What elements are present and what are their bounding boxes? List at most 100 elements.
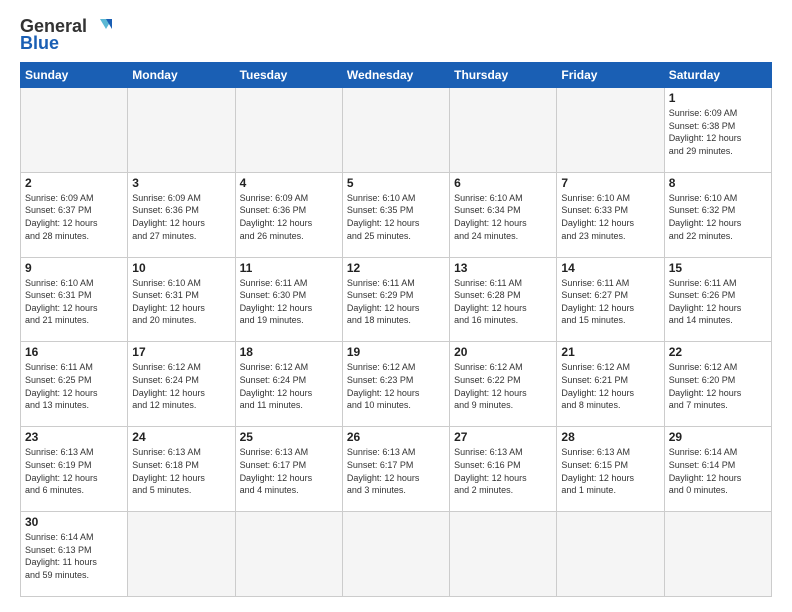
day-info: Sunrise: 6:10 AM Sunset: 6:35 PM Dayligh… <box>347 192 445 242</box>
day-number: 17 <box>132 345 230 359</box>
calendar-cell <box>128 88 235 173</box>
day-number: 1 <box>669 91 767 105</box>
weekday-header: Thursday <box>450 63 557 88</box>
day-info: Sunrise: 6:13 AM Sunset: 6:19 PM Dayligh… <box>25 446 123 496</box>
day-number: 9 <box>25 261 123 275</box>
day-info: Sunrise: 6:12 AM Sunset: 6:24 PM Dayligh… <box>240 361 338 411</box>
day-info: Sunrise: 6:13 AM Sunset: 6:17 PM Dayligh… <box>347 446 445 496</box>
day-info: Sunrise: 6:11 AM Sunset: 6:26 PM Dayligh… <box>669 277 767 327</box>
day-info: Sunrise: 6:14 AM Sunset: 6:13 PM Dayligh… <box>25 531 123 581</box>
weekday-header: Saturday <box>664 63 771 88</box>
weekday-header: Monday <box>128 63 235 88</box>
day-number: 11 <box>240 261 338 275</box>
calendar-cell: 1 Sunrise: 6:09 AM Sunset: 6:38 PM Daylig… <box>664 88 771 173</box>
day-number: 3 <box>132 176 230 190</box>
calendar-cell: 12 Sunrise: 6:11 AM Sunset: 6:29 PM Dayli… <box>342 257 449 342</box>
calendar-cell <box>557 512 664 597</box>
calendar-cell: 17Sunrise: 6:12 AM Sunset: 6:24 PM Dayli… <box>128 342 235 427</box>
calendar-cell: 5Sunrise: 6:10 AM Sunset: 6:35 PM Daylig… <box>342 172 449 257</box>
calendar-cell: 7Sunrise: 6:10 AM Sunset: 6:33 PM Daylig… <box>557 172 664 257</box>
day-info: Sunrise: 6:11 AM Sunset: 6:25 PM Dayligh… <box>25 361 123 411</box>
calendar-cell: 26 Sunrise: 6:13 AM Sunset: 6:17 PM Dayli… <box>342 427 449 512</box>
day-info: Sunrise: 6:13 AM Sunset: 6:17 PM Dayligh… <box>240 446 338 496</box>
day-info: Sunrise: 6:13 AM Sunset: 6:16 PM Dayligh… <box>454 446 552 496</box>
calendar-row: 30 Sunrise: 6:14 AM Sunset: 6:13 PM Dayli… <box>21 512 772 597</box>
calendar-row: 1 Sunrise: 6:09 AM Sunset: 6:38 PM Daylig… <box>21 88 772 173</box>
day-info: Sunrise: 6:12 AM Sunset: 6:22 PM Dayligh… <box>454 361 552 411</box>
logo: General Blue <box>20 15 112 54</box>
logo-blue: Blue <box>20 33 59 54</box>
weekday-header-row: SundayMondayTuesdayWednesdayThursdayFrid… <box>21 63 772 88</box>
day-number: 25 <box>240 430 338 444</box>
day-info: Sunrise: 6:09 AM Sunset: 6:36 PM Dayligh… <box>240 192 338 242</box>
day-number: 28 <box>561 430 659 444</box>
calendar-cell <box>342 88 449 173</box>
day-number: 30 <box>25 515 123 529</box>
calendar-cell <box>450 512 557 597</box>
day-info: Sunrise: 6:13 AM Sunset: 6:18 PM Dayligh… <box>132 446 230 496</box>
calendar-cell: 8 Sunrise: 6:10 AM Sunset: 6:32 PM Daylig… <box>664 172 771 257</box>
calendar-cell <box>557 88 664 173</box>
calendar-cell: 6Sunrise: 6:10 AM Sunset: 6:34 PM Daylig… <box>450 172 557 257</box>
day-number: 26 <box>347 430 445 444</box>
day-number: 18 <box>240 345 338 359</box>
calendar-cell: 22 Sunrise: 6:12 AM Sunset: 6:20 PM Dayli… <box>664 342 771 427</box>
calendar-cell <box>235 88 342 173</box>
weekday-header: Wednesday <box>342 63 449 88</box>
calendar-cell <box>342 512 449 597</box>
calendar-cell <box>21 88 128 173</box>
logo-bird-icon <box>90 15 112 37</box>
calendar-cell: 9 Sunrise: 6:10 AM Sunset: 6:31 PM Daylig… <box>21 257 128 342</box>
weekday-header: Sunday <box>21 63 128 88</box>
calendar-cell: 30 Sunrise: 6:14 AM Sunset: 6:13 PM Dayli… <box>21 512 128 597</box>
day-info: Sunrise: 6:10 AM Sunset: 6:31 PM Dayligh… <box>25 277 123 327</box>
day-info: Sunrise: 6:10 AM Sunset: 6:32 PM Dayligh… <box>669 192 767 242</box>
day-info: Sunrise: 6:13 AM Sunset: 6:15 PM Dayligh… <box>561 446 659 496</box>
day-number: 23 <box>25 430 123 444</box>
day-number: 2 <box>25 176 123 190</box>
day-number: 14 <box>561 261 659 275</box>
day-number: 16 <box>25 345 123 359</box>
day-number: 21 <box>561 345 659 359</box>
calendar-cell: 21Sunrise: 6:12 AM Sunset: 6:21 PM Dayli… <box>557 342 664 427</box>
calendar-cell <box>128 512 235 597</box>
calendar-cell: 25 Sunrise: 6:13 AM Sunset: 6:17 PM Dayli… <box>235 427 342 512</box>
calendar-cell: 29Sunrise: 6:14 AM Sunset: 6:14 PM Dayli… <box>664 427 771 512</box>
day-info: Sunrise: 6:12 AM Sunset: 6:23 PM Dayligh… <box>347 361 445 411</box>
day-info: Sunrise: 6:11 AM Sunset: 6:27 PM Dayligh… <box>561 277 659 327</box>
page-header: General Blue <box>20 15 772 54</box>
calendar-cell: 19Sunrise: 6:12 AM Sunset: 6:23 PM Dayli… <box>342 342 449 427</box>
calendar-cell: 20 Sunrise: 6:12 AM Sunset: 6:22 PM Dayli… <box>450 342 557 427</box>
calendar-cell: 3Sunrise: 6:09 AM Sunset: 6:36 PM Daylig… <box>128 172 235 257</box>
day-number: 6 <box>454 176 552 190</box>
day-info: Sunrise: 6:14 AM Sunset: 6:14 PM Dayligh… <box>669 446 767 496</box>
day-info: Sunrise: 6:11 AM Sunset: 6:29 PM Dayligh… <box>347 277 445 327</box>
calendar-cell: 4 Sunrise: 6:09 AM Sunset: 6:36 PM Daylig… <box>235 172 342 257</box>
calendar-cell: 24 Sunrise: 6:13 AM Sunset: 6:18 PM Dayli… <box>128 427 235 512</box>
calendar-cell: 11Sunrise: 6:11 AM Sunset: 6:30 PM Dayli… <box>235 257 342 342</box>
day-number: 12 <box>347 261 445 275</box>
weekday-header: Tuesday <box>235 63 342 88</box>
day-number: 20 <box>454 345 552 359</box>
calendar-cell <box>450 88 557 173</box>
day-number: 27 <box>454 430 552 444</box>
day-info: Sunrise: 6:12 AM Sunset: 6:20 PM Dayligh… <box>669 361 767 411</box>
calendar-cell: 2Sunrise: 6:09 AM Sunset: 6:37 PM Daylig… <box>21 172 128 257</box>
day-number: 8 <box>669 176 767 190</box>
calendar-cell: 10 Sunrise: 6:10 AM Sunset: 6:31 PM Dayli… <box>128 257 235 342</box>
calendar-table: SundayMondayTuesdayWednesdayThursdayFrid… <box>20 62 772 597</box>
calendar-cell: 27 Sunrise: 6:13 AM Sunset: 6:16 PM Dayli… <box>450 427 557 512</box>
day-number: 15 <box>669 261 767 275</box>
day-info: Sunrise: 6:10 AM Sunset: 6:31 PM Dayligh… <box>132 277 230 327</box>
calendar-cell: 28 Sunrise: 6:13 AM Sunset: 6:15 PM Dayli… <box>557 427 664 512</box>
day-number: 22 <box>669 345 767 359</box>
calendar-row: 16 Sunrise: 6:11 AM Sunset: 6:25 PM Dayli… <box>21 342 772 427</box>
day-info: Sunrise: 6:10 AM Sunset: 6:33 PM Dayligh… <box>561 192 659 242</box>
calendar-cell: 13Sunrise: 6:11 AM Sunset: 6:28 PM Dayli… <box>450 257 557 342</box>
day-number: 10 <box>132 261 230 275</box>
day-number: 13 <box>454 261 552 275</box>
calendar-cell: 16 Sunrise: 6:11 AM Sunset: 6:25 PM Dayli… <box>21 342 128 427</box>
day-info: Sunrise: 6:09 AM Sunset: 6:38 PM Dayligh… <box>669 107 767 157</box>
day-number: 24 <box>132 430 230 444</box>
day-number: 4 <box>240 176 338 190</box>
